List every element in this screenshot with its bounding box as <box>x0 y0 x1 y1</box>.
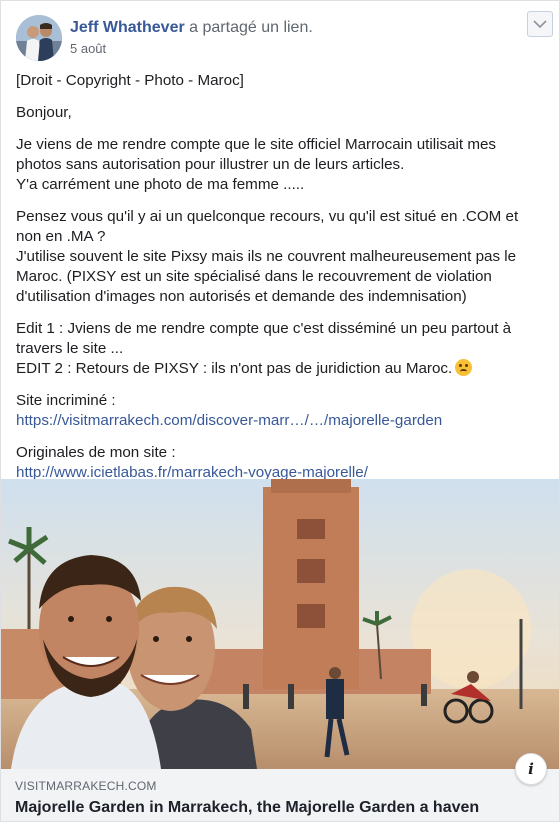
info-button[interactable]: i <box>515 753 547 785</box>
site-label: Site incriminé : <box>16 392 116 409</box>
site-link[interactable]: https://visitmarrakech.com/discover-marr… <box>16 411 543 431</box>
text-line: Je viens de me rendre compte que le site… <box>16 136 497 153</box>
text-line: Maroc. (PIXSY est un site spécialisé dan… <box>16 268 492 285</box>
text-line: photos sans autorisation pour illustrer … <box>16 156 405 173</box>
text-line: travers le site ... <box>16 340 124 357</box>
paragraph-1: Je viens de me rendre compte que le site… <box>16 135 543 195</box>
paragraph-2: Pensez vous qu'il y ai un quelconque rec… <box>16 207 543 307</box>
link-preview-meta[interactable]: VISITMARRAKECH.COM Majorelle Garden in M… <box>1 769 559 821</box>
author-name[interactable]: Jeff Whathever <box>70 19 185 36</box>
edit-2-text: EDIT 2 : Retours de PIXSY : ils n'ont pa… <box>16 360 453 377</box>
site-block: Site incriminé : https://visitmarrakech.… <box>16 391 543 431</box>
text-line: non en .MA ? <box>16 228 106 245</box>
koutoubia-selfie-photo <box>1 479 559 769</box>
paragraph-edits: Edit 1 : Jviens de me rendre compte que … <box>16 319 543 379</box>
post-action: a partagé un lien. <box>184 19 313 36</box>
author-avatar[interactable] <box>16 15 62 61</box>
text-line: EDIT 2 : Retours de PIXSY : ils n'ont pa… <box>16 359 543 379</box>
text-line: Edit 1 : Jviens de me rendre compte que … <box>16 320 512 337</box>
info-icon: i <box>528 760 534 778</box>
post-tag: [Droit - Copyright - Photo - Maroc] <box>16 72 244 89</box>
text-line: Pensez vous qu'il y ai un quelconque rec… <box>16 208 519 225</box>
shared-link-post: Jeff Whathever a partagé un lien. 5 août… <box>0 0 560 822</box>
confused-face-emoji <box>455 359 473 376</box>
orig-label: Originales de mon site : <box>16 444 176 461</box>
link-preview-image[interactable] <box>1 479 559 769</box>
link-domain: VISITMARRAKECH.COM <box>15 779 157 793</box>
couple-photo-avatar <box>16 15 62 61</box>
text-line: J'utilise souvent le site Pixsy mais ils… <box>16 248 517 265</box>
post-menu-button[interactable] <box>527 11 553 37</box>
post-header: Jeff Whathever a partagé un lien. 5 août <box>1 1 559 63</box>
greeting: Bonjour, <box>16 104 72 121</box>
orig-block: Originales de mon site : http://www.icie… <box>16 443 543 483</box>
author-line: Jeff Whathever a partagé un lien. <box>70 19 313 37</box>
post-date[interactable]: 5 août <box>70 41 106 56</box>
text-line: d'utilisation d'images non autorisés et … <box>16 288 467 305</box>
chevron-down-icon <box>533 20 547 29</box>
text-line: Y'a carrément une photo de ma femme ....… <box>16 176 305 193</box>
post-text: [Droit - Copyright - Photo - Maroc] Bonj… <box>1 63 559 483</box>
link-title[interactable]: Majorelle Garden in Marrakech, the Major… <box>15 799 479 817</box>
